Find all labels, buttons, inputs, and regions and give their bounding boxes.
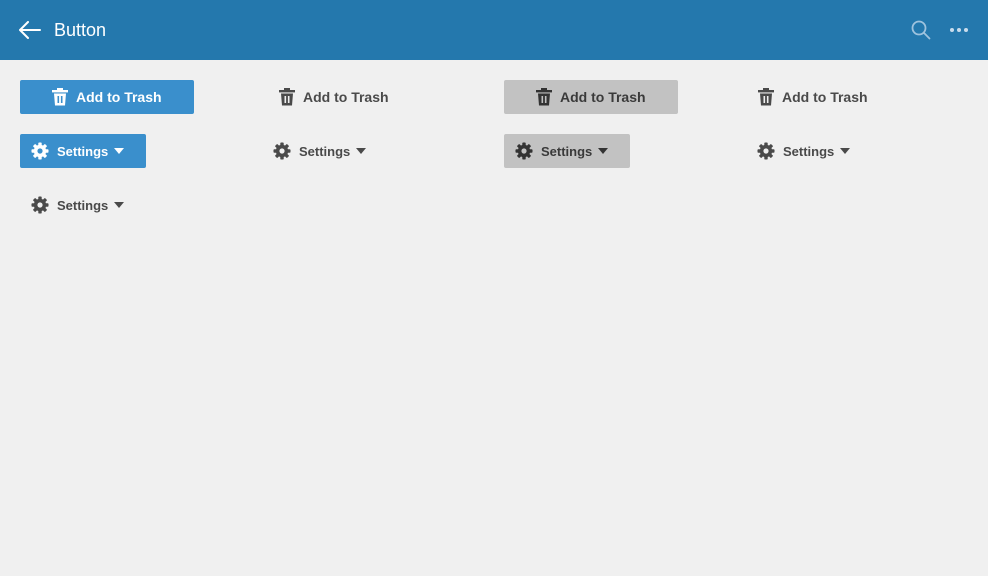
more-horizontal-icon <box>950 28 968 32</box>
caret-down-icon <box>356 148 367 154</box>
caret-down-icon <box>598 148 609 154</box>
trash-icon <box>536 88 552 106</box>
gear-icon <box>757 142 775 160</box>
page-title: Button <box>54 20 107 40</box>
search-icon <box>911 20 931 40</box>
add-to-trash-button-grey[interactable]: Add to Trash <box>504 80 678 114</box>
settings-dropdown-button-grey[interactable]: Settings <box>504 134 630 168</box>
gear-icon <box>31 196 49 214</box>
button-label: Settings <box>783 143 835 159</box>
trash-icon <box>758 88 774 106</box>
add-to-trash-button-primary[interactable]: Add to Trash <box>20 80 194 114</box>
app-header: Button <box>0 0 988 60</box>
button-label: Add to Trash <box>560 89 646 105</box>
settings-dropdown-button-flat-3[interactable]: Settings <box>20 188 146 222</box>
more-options-button[interactable] <box>946 19 972 41</box>
settings-dropdown-button-primary[interactable]: Settings <box>20 134 146 168</box>
add-to-trash-button-flat-2[interactable]: Add to Trash <box>742 80 916 114</box>
settings-dropdown-button-flat-2[interactable]: Settings <box>746 134 872 168</box>
gear-icon <box>31 142 49 160</box>
button-label: Settings <box>57 143 109 159</box>
gear-icon <box>273 142 291 160</box>
search-button[interactable] <box>910 19 932 41</box>
button-label: Add to Trash <box>782 89 868 105</box>
caret-down-icon <box>114 202 125 208</box>
trash-icon <box>279 88 295 106</box>
gear-icon <box>515 142 533 160</box>
button-label: Settings <box>541 143 593 159</box>
back-button[interactable] <box>18 18 42 42</box>
settings-dropdown-button-flat[interactable]: Settings <box>262 134 388 168</box>
button-label: Settings <box>57 197 109 213</box>
caret-down-icon <box>114 148 125 154</box>
button-label: Add to Trash <box>303 89 389 105</box>
button-label: Add to Trash <box>76 89 162 105</box>
add-to-trash-button-flat[interactable]: Add to Trash <box>262 80 436 114</box>
button-label: Settings <box>299 143 351 159</box>
caret-down-icon <box>840 148 851 154</box>
arrow-left-icon <box>19 21 41 39</box>
trash-icon <box>52 88 68 106</box>
